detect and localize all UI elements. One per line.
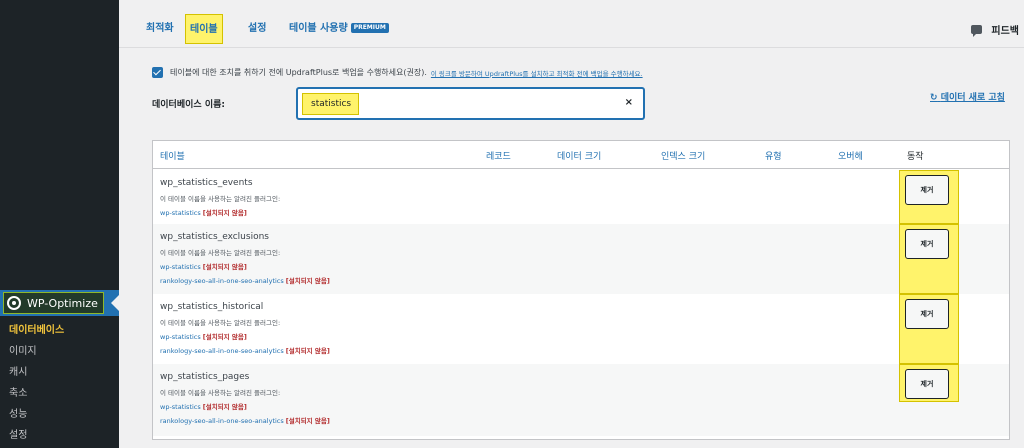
- column-action: 동작: [907, 152, 924, 162]
- remove-button[interactable]: 제거: [905, 299, 949, 329]
- sidebar-item-database[interactable]: 데이터베이스: [0, 320, 119, 341]
- refresh-label: 데이터 새로 고침: [940, 93, 1005, 103]
- table-name: wp_statistics_pages: [160, 372, 250, 382]
- sidebar-item-cache[interactable]: 캐시: [0, 362, 119, 383]
- plugin-name[interactable]: rankology-seo-all-in-one-seo-analytics: [160, 277, 284, 285]
- sidebar-item-minify[interactable]: 축소: [0, 383, 119, 404]
- tab-settings[interactable]: 설정: [244, 14, 270, 44]
- refresh-icon: ↻: [930, 93, 938, 103]
- feedback-button[interactable]: 피드백: [971, 22, 1019, 37]
- not-installed-label: [설치되지 않음]: [285, 417, 330, 425]
- table-name: wp_statistics_historical: [160, 302, 264, 312]
- known-plugins-label: 이 테이블 이름을 사용하는 알려진 플러그인:: [160, 249, 281, 257]
- not-installed-label: [설치되지 않음]: [285, 347, 330, 355]
- database-name-label: 데이터베이스 이름:: [152, 100, 225, 110]
- plugin-entry: wp-statistics [설치되지 않음]: [160, 331, 247, 341]
- table-name: wp_statistics_events: [160, 178, 253, 188]
- backup-install-link[interactable]: 이 링크를 방문하여 UpdraftPlus를 설치하고 최적화 전에 백업을 …: [431, 68, 643, 78]
- column-records[interactable]: 레코드: [486, 149, 511, 162]
- feedback-icon: [971, 25, 983, 37]
- not-installed-label: [설치되지 않음]: [202, 403, 247, 411]
- remove-button[interactable]: 제거: [905, 229, 949, 259]
- table-header: 테이블 레코드 데이터 크기 인덱스 크기 유형 오버헤 동작: [153, 141, 1009, 169]
- premium-badge: PREMIUM: [350, 23, 389, 33]
- wp-optimize-logo-icon: [7, 296, 21, 310]
- column-index-size[interactable]: 인덱스 크기: [661, 149, 705, 162]
- not-installed-label: [설치되지 않음]: [202, 333, 247, 341]
- tab-tables[interactable]: 테이블: [185, 14, 223, 44]
- plugin-name[interactable]: wp-statistics: [160, 333, 201, 341]
- table-row: wp_statistics_historical 이 테이블 이름을 사용하는 …: [153, 294, 1009, 364]
- sidebar-plugin-name: WP-Optimize: [27, 296, 98, 310]
- remove-button[interactable]: 제거: [905, 175, 949, 205]
- column-table[interactable]: 테이블: [160, 149, 185, 162]
- tab-table-usage-label: 테이블 사용량: [289, 23, 348, 34]
- plugin-entry: wp-statistics [설치되지 않음]: [160, 401, 247, 411]
- table-row: wp_statistics_exclusions 이 테이블 이름을 사용하는 …: [153, 224, 1009, 294]
- table-row: wp_statistics_pages 이 테이블 이름을 사용하는 알려진 플…: [153, 364, 1009, 436]
- tab-table-usage[interactable]: 테이블 사용량 PREMIUM: [285, 14, 393, 44]
- database-search-input[interactable]: statistics ×: [296, 87, 645, 120]
- plugin-entry: wp-statistics [설치되지 않음]: [160, 207, 247, 217]
- remove-button[interactable]: 제거: [905, 369, 949, 399]
- not-installed-label: [설치되지 않음]: [202, 209, 247, 217]
- sidebar-current-arrow: [111, 295, 119, 311]
- column-data-size[interactable]: 데이터 크기: [557, 149, 601, 162]
- known-plugins-label: 이 테이블 이름을 사용하는 알려진 플러그인:: [160, 195, 281, 203]
- not-installed-label: [설치되지 않음]: [285, 277, 330, 285]
- plugin-entry: rankology-seo-all-in-one-seo-analytics [설…: [160, 345, 330, 355]
- backup-checkbox[interactable]: [152, 67, 163, 78]
- column-type[interactable]: 유형: [765, 149, 782, 162]
- tab-bar: 최적화 테이블 설정 테이블 사용량 PREMIUM 피드백: [119, 0, 1024, 48]
- sidebar-item-images[interactable]: 이미지: [0, 341, 119, 362]
- not-installed-label: [설치되지 않음]: [202, 263, 247, 271]
- column-overhead[interactable]: 오버헤: [838, 149, 863, 162]
- feedback-label: 피드백: [991, 26, 1019, 37]
- sidebar-submenu: 데이터베이스 이미지 캐시 축소 성능 설정: [0, 320, 119, 446]
- plugin-name[interactable]: wp-statistics: [160, 263, 201, 271]
- backup-option: 테이블에 대한 조치를 취하기 전에 UpdraftPlus로 백업을 수행하세…: [152, 67, 643, 78]
- tables-list: 테이블 레코드 데이터 크기 인덱스 크기 유형 오버헤 동작 wp_stati…: [152, 140, 1010, 440]
- tab-optimize[interactable]: 최적화: [142, 14, 178, 44]
- plugin-name[interactable]: wp-statistics: [160, 403, 201, 411]
- plugin-name[interactable]: rankology-seo-all-in-one-seo-analytics: [160, 347, 284, 355]
- search-value: statistics: [302, 93, 359, 115]
- table-row: wp_statistics_events 이 테이블 이름을 사용하는 알려진 …: [153, 170, 1009, 224]
- table-name: wp_statistics_exclusions: [160, 232, 269, 242]
- backup-text: 테이블에 대한 조치를 취하기 전에 UpdraftPlus로 백업을 수행하세…: [170, 68, 427, 77]
- plugin-name[interactable]: rankology-seo-all-in-one-seo-analytics: [160, 417, 284, 425]
- sidebar-item-performance[interactable]: 성능: [0, 404, 119, 425]
- plugin-entry: wp-statistics [설치되지 않음]: [160, 261, 247, 271]
- clear-search-icon[interactable]: ×: [625, 97, 633, 108]
- plugin-name[interactable]: wp-statistics: [160, 209, 201, 217]
- sidebar-item-settings[interactable]: 설정: [0, 425, 119, 446]
- refresh-data-link[interactable]: ↻ 데이터 새로 고침: [930, 90, 1005, 103]
- plugin-entry: rankology-seo-all-in-one-seo-analytics [설…: [160, 415, 330, 425]
- sidebar-item-wp-optimize[interactable]: WP-Optimize: [3, 292, 104, 314]
- known-plugins-label: 이 테이블 이름을 사용하는 알려진 플러그인:: [160, 319, 281, 327]
- plugin-entry: rankology-seo-all-in-one-seo-analytics [설…: [160, 275, 330, 285]
- known-plugins-label: 이 테이블 이름을 사용하는 알려진 플러그인:: [160, 389, 281, 397]
